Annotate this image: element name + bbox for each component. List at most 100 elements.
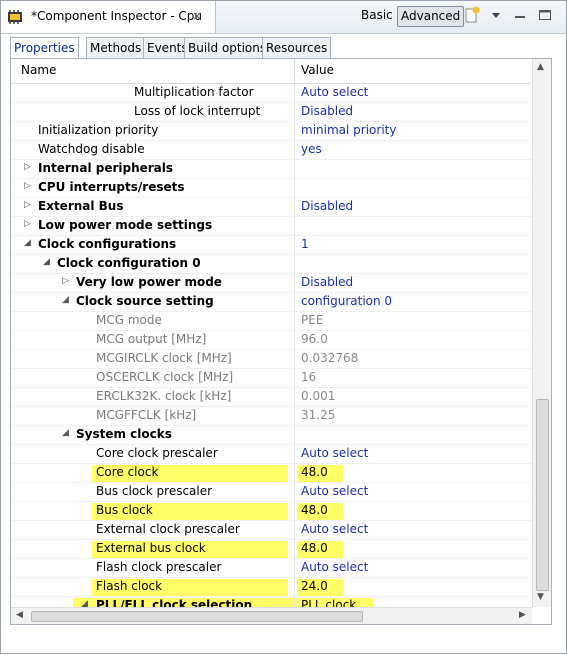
tab-methods[interactable]: Methods	[86, 37, 146, 58]
group-name: Clock configuration 0	[57, 256, 201, 270]
collapse-arrow-icon[interactable]: ◢	[62, 428, 69, 438]
property-value[interactable]: 1	[301, 237, 309, 251]
property-value: 0.032768	[301, 351, 359, 365]
property-value[interactable]: Disabled	[301, 275, 353, 289]
property-rows: Multiplication factor Auto select Loss of…	[11, 84, 531, 624]
collapse-arrow-icon[interactable]: ◢	[43, 257, 50, 267]
table-row[interactable]: ◢ Clock configuration 0	[11, 255, 531, 274]
table-row[interactable]: External clock prescaler Auto select	[11, 521, 531, 540]
column-divider[interactable]	[294, 59, 295, 83]
table-row[interactable]: Initialization priority minimal priority	[11, 122, 531, 141]
table-row[interactable]: ◢ System clocks	[11, 426, 531, 445]
scroll-right-icon[interactable]: ▶	[519, 610, 526, 620]
table-row[interactable]: Core clock 48.0	[11, 464, 531, 483]
table-row[interactable]: ◢ Clock configurations 1	[11, 236, 531, 255]
table-row[interactable]: Bus clock prescaler Auto select	[11, 483, 531, 502]
table-row[interactable]: MCGIRCLK clock [MHz] 0.032768	[11, 350, 531, 369]
property-value[interactable]: 48.0	[301, 541, 328, 555]
property-value[interactable]: Auto select	[301, 484, 368, 498]
collapse-arrow-icon[interactable]: ◢	[24, 238, 31, 248]
property-value: 31.25	[301, 408, 336, 422]
view-tab-component-inspector[interactable]: *Component Inspector - Cpu ×	[1, 1, 216, 33]
property-value[interactable]: Auto select	[301, 85, 368, 99]
horizontal-scroll-thumb[interactable]	[31, 611, 363, 622]
expand-arrow-icon[interactable]: ▷	[24, 181, 31, 191]
property-name: OSCERCLK clock [MHz]	[96, 370, 234, 384]
property-value[interactable]: 48.0	[301, 503, 328, 517]
property-value: 0.001	[301, 389, 336, 403]
component-inspector-view: *Component Inspector - Cpu × Basic Advan…	[0, 0, 567, 654]
collapse-arrow-icon[interactable]: ◢	[62, 295, 69, 305]
scroll-up-icon[interactable]: ▲	[537, 62, 544, 72]
table-row[interactable]: Flash clock 24.0	[11, 578, 531, 597]
table-row[interactable]: ◢ Clock source setting configuration 0	[11, 293, 531, 312]
property-name: External clock prescaler	[96, 522, 240, 536]
table-row[interactable]: ▷ Very low power mode Disabled	[11, 274, 531, 293]
view-title: *Component Inspector - Cpu	[31, 9, 203, 23]
table-row[interactable]: OSCERCLK clock [MHz] 16	[11, 369, 531, 388]
property-value[interactable]: Disabled	[301, 104, 353, 118]
table-row[interactable]: MCG output [MHz] 96.0	[11, 331, 531, 350]
maximize-icon[interactable]	[537, 6, 553, 24]
tab-resources[interactable]: Resources	[262, 37, 332, 58]
horizontal-scrollbar[interactable]: ◀ ▶	[11, 607, 532, 624]
property-name: External bus clock	[96, 541, 206, 555]
property-value[interactable]: configuration 0	[301, 294, 392, 308]
column-header-value[interactable]: Value	[301, 63, 334, 77]
table-row[interactable]: Bus clock 48.0	[11, 502, 531, 521]
vertical-scrollbar[interactable]: ▲ ▼	[532, 59, 551, 607]
close-icon[interactable]: ×	[192, 9, 202, 23]
table-row[interactable]: ▷ CPU interrupts/resets	[11, 179, 531, 198]
property-name: Core clock	[96, 465, 159, 479]
expand-arrow-icon[interactable]: ▷	[24, 200, 31, 210]
table-row[interactable]: External bus clock 48.0	[11, 540, 531, 559]
expand-arrow-icon[interactable]: ▷	[24, 162, 31, 172]
tab-build-options[interactable]: Build options	[184, 37, 271, 58]
property-name: Loss of lock interrupt	[134, 104, 261, 118]
new-note-icon[interactable]	[464, 6, 480, 24]
view-tab-bar: *Component Inspector - Cpu × Basic Advan…	[1, 1, 566, 34]
minimize-icon[interactable]	[513, 6, 527, 24]
property-name: Core clock prescaler	[96, 446, 218, 460]
table-row[interactable]: ▷ Low power mode settings	[11, 217, 531, 236]
table-row[interactable]: Multiplication factor Auto select	[11, 84, 531, 103]
property-value[interactable]: Disabled	[301, 199, 353, 213]
property-value[interactable]: Auto select	[301, 446, 368, 460]
table-row[interactable]: Loss of lock interrupt Disabled	[11, 103, 531, 122]
group-name: System clocks	[76, 427, 172, 441]
property-name: Flash clock prescaler	[96, 560, 222, 574]
property-value[interactable]: 48.0	[301, 465, 328, 479]
table-row[interactable]: MCGFFCLK [kHz] 31.25	[11, 407, 531, 426]
vertical-scroll-thumb[interactable]	[536, 399, 549, 591]
property-value[interactable]: minimal priority	[301, 123, 396, 137]
view-menu-icon[interactable]	[489, 6, 503, 24]
property-name: MCGIRCLK clock [MHz]	[96, 351, 232, 365]
property-name: Flash clock	[96, 579, 163, 593]
property-name: Initialization priority	[38, 123, 159, 137]
property-value[interactable]: Auto select	[301, 522, 368, 536]
column-header-name[interactable]: Name	[21, 63, 56, 77]
scroll-down-icon[interactable]: ▼	[537, 592, 544, 602]
expand-arrow-icon[interactable]: ▷	[24, 219, 31, 229]
group-name: Low power mode settings	[38, 218, 213, 232]
table-row[interactable]: Core clock prescaler Auto select	[11, 445, 531, 464]
table-row[interactable]: MCG mode PEE	[11, 312, 531, 331]
table-row[interactable]: Watchdog disable yes	[11, 141, 531, 160]
table-row[interactable]: Flash clock prescaler Auto select	[11, 559, 531, 578]
property-value[interactable]: 24.0	[301, 579, 328, 593]
group-name: Clock configurations	[38, 237, 177, 251]
advanced-mode-button[interactable]: Advanced	[397, 6, 465, 27]
group-name: Very low power mode	[76, 275, 222, 289]
property-value: 96.0	[301, 332, 328, 346]
basic-mode-button[interactable]: Basic	[357, 6, 397, 25]
expand-arrow-icon[interactable]: ▷	[62, 276, 69, 286]
property-value[interactable]: yes	[301, 142, 322, 156]
table-row[interactable]: ERCLK32K. clock [kHz] 0.001	[11, 388, 531, 407]
tab-properties[interactable]: Properties	[10, 37, 79, 60]
scroll-left-icon[interactable]: ◀	[16, 610, 23, 620]
table-row[interactable]: ▷ Internal peripherals	[11, 160, 531, 179]
property-name: Bus clock prescaler	[96, 484, 213, 498]
property-tabs: Properties Methods Events Build options …	[10, 37, 560, 60]
table-row[interactable]: ▷ External Bus Disabled	[11, 198, 531, 217]
property-value[interactable]: Auto select	[301, 560, 368, 574]
